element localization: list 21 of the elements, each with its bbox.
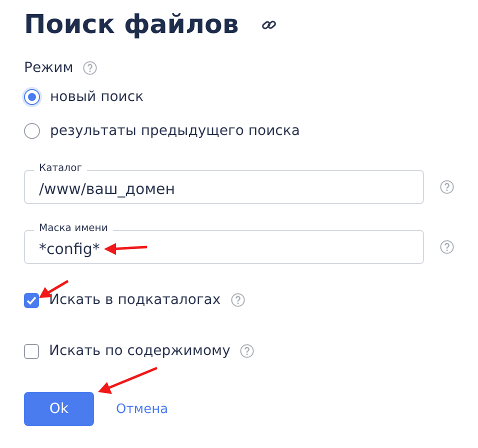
radio-button[interactable] [24, 89, 40, 105]
help-icon[interactable] [440, 240, 454, 254]
ok-button[interactable]: Ok [24, 392, 94, 426]
checkbox-label[interactable]: Искать в подкаталогах [49, 292, 221, 308]
checkbox[interactable] [24, 292, 39, 308]
checkbox[interactable] [24, 344, 39, 358]
help-icon[interactable] [230, 293, 245, 307]
mode-label: Режим [24, 60, 74, 76]
cancel-link[interactable]: Отмена [116, 402, 168, 416]
input-field[interactable]: *config* [24, 230, 424, 264]
help-icon[interactable] [83, 61, 98, 75]
input-field[interactable]: /www/ваш_домен [24, 170, 424, 204]
help-icon[interactable] [240, 344, 254, 358]
radio-button[interactable] [24, 123, 40, 139]
help-icon[interactable] [440, 180, 454, 194]
checkbox-label[interactable]: Искать по содержимому [49, 343, 230, 359]
radio-label[interactable]: результаты предыдущего поиска [50, 123, 300, 139]
radio-label[interactable]: новый поиск [50, 89, 144, 105]
page-title: Поиск файлов [24, 9, 239, 42]
annotation-arrow [104, 243, 148, 255]
annotation-arrow [98, 366, 158, 394]
